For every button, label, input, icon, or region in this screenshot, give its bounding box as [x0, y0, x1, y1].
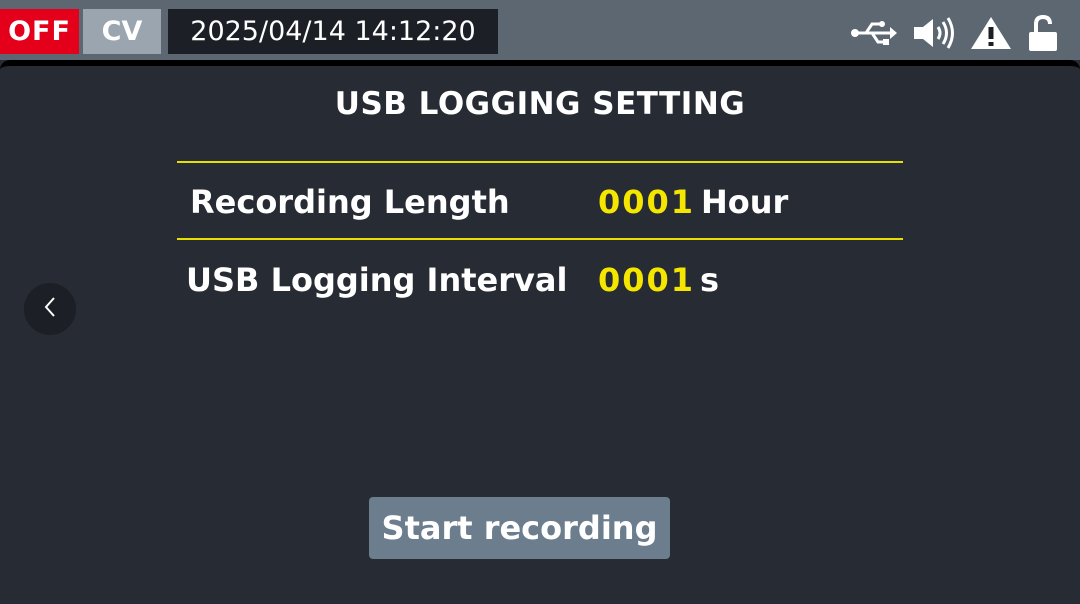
page-title: USB LOGGING SETTING	[334, 86, 746, 122]
recording-length-label: Recording Length	[190, 183, 510, 221]
speaker-icon	[912, 16, 956, 50]
logging-interval-label: USB Logging Interval	[186, 261, 568, 299]
warning-icon	[970, 15, 1012, 51]
chevron-left-icon	[43, 296, 57, 322]
datetime-display: 2025/04/14 14:12:20	[168, 9, 498, 54]
logging-interval-unit: s	[700, 261, 720, 299]
recording-length-value[interactable]: 0001	[598, 183, 695, 221]
status-bar: OFF CV 2025/04/14 14:12:20	[0, 0, 1080, 60]
selection-line-bottom	[177, 238, 903, 240]
logging-interval-value[interactable]: 0001	[598, 261, 695, 299]
back-button[interactable]	[24, 283, 76, 335]
main-panel: USB LOGGING SETTING Recording Length 000…	[0, 60, 1080, 604]
mode-badge[interactable]: CV	[83, 9, 161, 54]
start-recording-button[interactable]: Start recording	[369, 497, 670, 559]
device-screen: OFF CV 2025/04/14 14:12:20 USB LOGGING S…	[0, 0, 1080, 604]
selection-line-top	[177, 161, 903, 163]
output-state-badge[interactable]: OFF	[0, 9, 79, 54]
usb-icon	[850, 18, 898, 48]
recording-length-unit: Hour	[701, 183, 789, 221]
unlock-icon	[1026, 14, 1060, 52]
status-icons	[850, 10, 1060, 55]
